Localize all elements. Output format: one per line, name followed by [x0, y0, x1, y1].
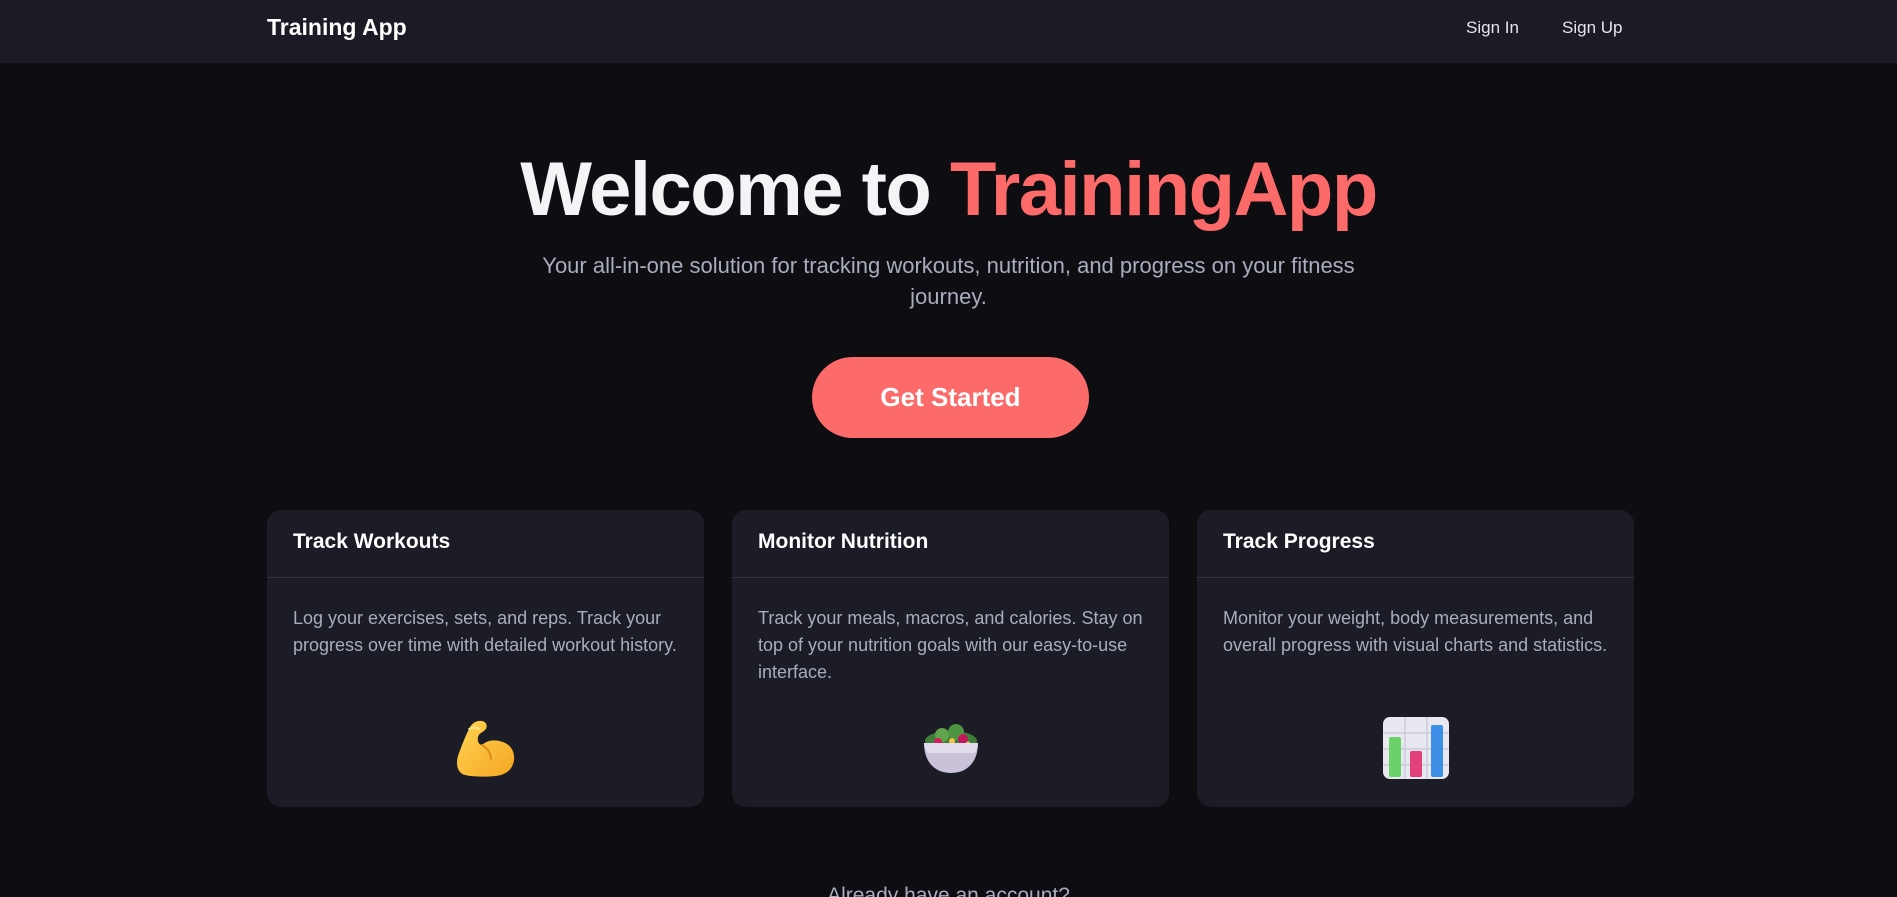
- feature-card-description: Log your exercises, sets, and reps. Trac…: [293, 608, 677, 655]
- feature-card-title: Track Progress: [1197, 510, 1634, 578]
- brand-logo[interactable]: Training App: [267, 14, 407, 41]
- hero-subtitle: Your all-in-one solution for tracking wo…: [542, 253, 1355, 309]
- sign-in-link[interactable]: Sign In: [1466, 18, 1519, 38]
- feature-card-title: Track Workouts: [267, 510, 704, 578]
- feature-card-description: Monitor your weight, body measurements, …: [1223, 608, 1608, 655]
- flexed-biceps-icon: [267, 715, 704, 781]
- hero-title: Welcome to TrainingApp: [0, 148, 1897, 232]
- hero-title-prefix: Welcome to: [520, 147, 950, 232]
- feature-card-title: Monitor Nutrition: [732, 510, 1169, 578]
- hero-title-accent: TrainingApp: [949, 147, 1378, 232]
- bar-chart-icon: [1197, 715, 1634, 781]
- sign-up-link[interactable]: Sign Up: [1562, 18, 1622, 38]
- feature-card-progress: Track Progress Monitor your weight, body…: [1197, 510, 1634, 807]
- feature-card-nutrition: Monitor Nutrition Track your meals, macr…: [732, 510, 1169, 807]
- already-have-account-text: Already have an account?: [827, 884, 1070, 897]
- feature-card-workouts: Track Workouts Log your exercises, sets,…: [267, 510, 704, 807]
- feature-card-description: Track your meals, macros, and calories. …: [758, 608, 1143, 682]
- top-navbar: Training App Sign In Sign Up: [0, 0, 1897, 63]
- salad-bowl-icon: [732, 715, 1169, 781]
- get-started-button[interactable]: Get Started: [812, 357, 1089, 438]
